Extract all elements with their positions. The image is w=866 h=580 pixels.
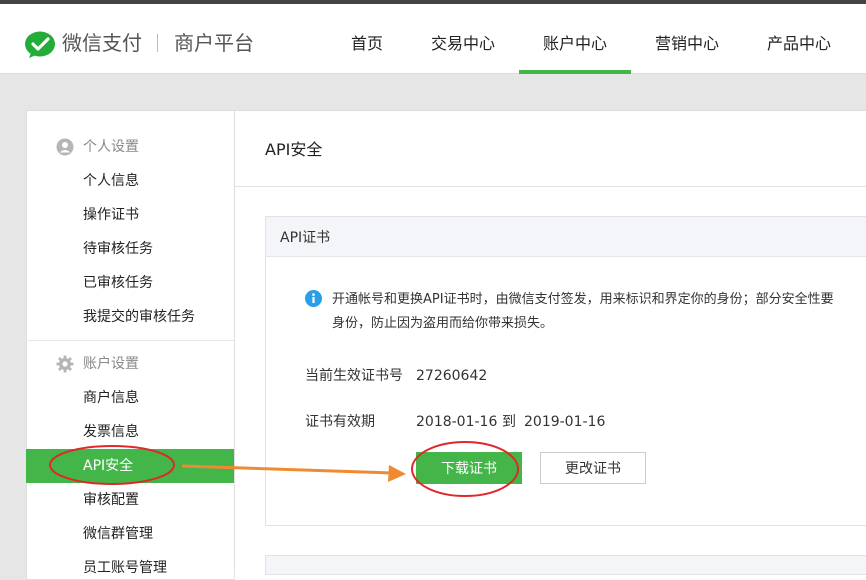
cert-notice: 开通帐号和更换API证书时，由微信支付签发，用来标识和界定你的身份；部分安全性要… [332, 288, 866, 336]
header: 微信支付 商户平台 首页 交易中心 账户中心 营销中心 产品中心 [0, 4, 866, 74]
sidebar-item-personal-info[interactable]: 个人信息 [83, 171, 139, 191]
download-cert-button[interactable]: 下载证书 [416, 452, 522, 484]
cert-panel-header [266, 217, 866, 257]
page-title: API安全 [265, 140, 323, 159]
wechat-pay-logo-icon [25, 31, 55, 58]
sidebar-item-operation-cert[interactable]: 操作证书 [83, 205, 139, 225]
nav-product-center[interactable]: 产品中心 [766, 4, 832, 74]
sidebar-item-invoice-info[interactable]: 发票信息 [83, 422, 139, 442]
section-heading-account: 账户设置 [83, 356, 139, 372]
sidebar-item-api-security[interactable]: API安全 [83, 456, 133, 476]
nav-account-center[interactable]: 账户中心 [519, 4, 631, 74]
sidebar-item-my-submitted[interactable]: 我提交的审核任务 [83, 307, 195, 327]
sidebar-item-pending-review[interactable]: 待审核任务 [83, 239, 153, 259]
cert-panel-title: API证书 [280, 230, 331, 246]
change-cert-button[interactable]: 更改证书 [540, 452, 646, 484]
brand-subtitle: 商户平台 [174, 31, 254, 55]
next-panel [265, 555, 866, 575]
sidebar-item-merchant-info[interactable]: 商户信息 [83, 388, 139, 408]
gear-icon [56, 355, 74, 373]
validity-to-word: 到 [502, 414, 516, 430]
nav-marketing-center[interactable]: 营销中心 [654, 4, 720, 74]
validity-from: 2018-01-16 [416, 414, 498, 430]
validity-label: 证书有效期 [305, 414, 375, 430]
title-divider [235, 186, 866, 187]
section-heading-personal: 个人设置 [83, 139, 139, 155]
nav-home[interactable]: 首页 [350, 4, 384, 74]
validity-to: 2019-01-16 [524, 414, 606, 430]
cert-number-value: 27260642 [416, 368, 488, 384]
info-icon [305, 290, 322, 307]
sidebar-item-staff-accounts[interactable]: 员工账号管理 [83, 558, 167, 578]
brand-divider [157, 34, 158, 52]
sidebar-item-review-config[interactable]: 审核配置 [83, 490, 139, 510]
nav-trade-center[interactable]: 交易中心 [430, 4, 496, 74]
cert-number-label: 当前生效证书号 [305, 368, 403, 384]
sidebar-item-reviewed[interactable]: 已审核任务 [83, 273, 153, 293]
cert-notice-line1: 开通帐号和更换API证书时，由微信支付签发，用来标识和界定你的身份；部分安全性要 [332, 292, 834, 307]
cert-notice-line2: 身份，防止因为盗用而给你带来损失。 [332, 316, 554, 331]
sidebar-divider [26, 340, 234, 341]
brand-name: 微信支付 [62, 31, 142, 55]
user-icon [56, 138, 74, 156]
sidebar-item-wechat-group[interactable]: 微信群管理 [83, 524, 153, 544]
